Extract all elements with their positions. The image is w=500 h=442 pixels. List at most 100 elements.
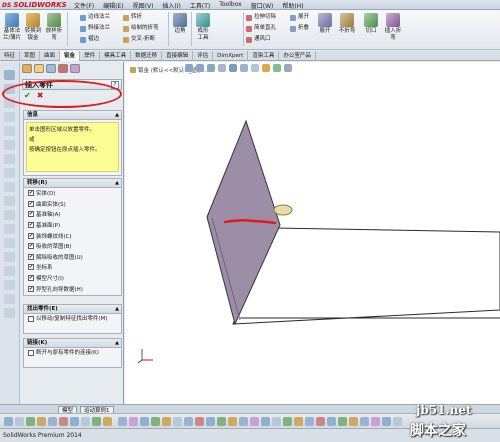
toolbar-icon[interactable] — [48, 417, 57, 426]
checkbox[interactable]: ✔ — [28, 200, 34, 207]
checkbox[interactable]: ✔ — [28, 285, 34, 292]
transfer-option[interactable]: ✔ 模型尺寸(I) — [24, 273, 121, 284]
chamfer-icon[interactable] — [4, 266, 15, 276]
extruded-cut-button[interactable]: 拉伸切除 — [246, 14, 276, 21]
vent-button[interactable]: 通风口 — [246, 36, 271, 43]
collapse-icon[interactable]: ▲ — [115, 111, 119, 120]
transfer-option[interactable]: ✔ 基准轴(A) — [24, 209, 121, 220]
simple-hole-button[interactable]: 简单直孔 — [246, 25, 276, 32]
menu-file[interactable]: 文件(F) — [74, 1, 94, 10]
toolbar-icon[interactable] — [173, 417, 182, 426]
transfer-group-header[interactable]: 转移(R) ▲ — [24, 179, 121, 188]
sheet-metal-model[interactable] — [125, 62, 500, 404]
tab-evaluate[interactable]: 评估 — [193, 51, 214, 61]
unfold-button[interactable]: 展开 — [290, 14, 309, 21]
circle-icon[interactable] — [4, 126, 15, 136]
hem-button[interactable]: 褶边 — [80, 36, 99, 43]
toolbar-icon[interactable] — [70, 417, 79, 426]
find-part-option[interactable]: 以移动/复制特征找出零件(M) — [24, 314, 121, 332]
insert-bends-button[interactable]: 插入折弯 — [384, 13, 402, 42]
toolbar-icon[interactable] — [118, 417, 127, 426]
toolbar-icon[interactable] — [338, 417, 347, 426]
forming-tool-button[interactable]: 成形工具 — [195, 13, 211, 42]
toolbar-icon[interactable] — [26, 417, 35, 426]
jog-button[interactable]: 转折 — [123, 14, 142, 21]
miter-flange-button[interactable]: 斜接法兰 — [80, 25, 110, 32]
toolbar-icon[interactable] — [261, 417, 270, 426]
rip-button[interactable]: 切口 — [364, 13, 378, 35]
transfer-option[interactable]: ✔ 解除吸收的草图(U) — [24, 252, 121, 263]
toolbar-icon[interactable] — [305, 417, 314, 426]
3d-sketch-icon[interactable] — [4, 294, 15, 304]
toolbar-icon[interactable] — [184, 417, 193, 426]
toolbar-icon[interactable] — [103, 417, 112, 426]
solidworks-logo[interactable]: DS SOLIDWORKS — [2, 0, 67, 10]
toolbar-icon[interactable] — [382, 417, 391, 426]
collapse-icon[interactable]: ▲ — [115, 339, 119, 348]
checkbox[interactable]: ✔ — [28, 222, 34, 229]
checkbox[interactable]: ✔ — [28, 264, 34, 271]
reference-geometry-icon[interactable] — [4, 308, 15, 318]
tab-sheet-metal[interactable]: 钣金 — [60, 51, 81, 61]
find-part-group-header[interactable]: 找出零件(E) ▲ — [24, 305, 121, 314]
toolbar-icon[interactable] — [217, 417, 226, 426]
menu-toolbox[interactable]: Toolbox — [219, 1, 242, 10]
property-manager-tab-icon[interactable] — [34, 64, 44, 73]
menu-edit[interactable]: 编辑(E) — [103, 1, 123, 10]
tab-mold-tools[interactable]: 模具工具 — [100, 51, 132, 61]
fillet-icon[interactable] — [4, 252, 15, 262]
no-bends-button[interactable]: 不折弯 — [338, 13, 356, 35]
toolbar-icon[interactable] — [140, 417, 149, 426]
checkbox[interactable] — [28, 316, 34, 322]
checkbox[interactable]: ✔ — [28, 211, 34, 218]
tab-data-migration[interactable]: 数据迁移 — [131, 51, 163, 61]
transfer-option[interactable]: ✔ 曲面实体(S) — [24, 199, 121, 210]
transfer-option[interactable]: ✔ 坐标系 — [24, 262, 121, 273]
cross-break-button[interactable]: 交叉-折断 — [123, 36, 155, 43]
checkbox[interactable]: ✔ — [28, 232, 34, 239]
toolbar-icon[interactable] — [250, 417, 259, 426]
checkbox[interactable]: ✔ — [28, 275, 34, 282]
fold-button[interactable]: 折叠 — [290, 25, 309, 32]
toolbar-icon[interactable] — [37, 417, 46, 426]
checkbox[interactable]: ✔ — [28, 243, 34, 250]
checkbox[interactable]: ✔ — [28, 190, 34, 197]
offset-icon[interactable] — [4, 196, 15, 206]
transfer-option[interactable]: ✔ 基准面(P) — [24, 220, 121, 231]
tab-sketch[interactable]: 草图 — [20, 51, 41, 61]
toolbar-icon[interactable] — [151, 417, 160, 426]
base-flange-button[interactable]: 基体法兰/薄片 — [2, 13, 22, 42]
transfer-option[interactable]: ✔ 异型孔向导数据(H) — [24, 283, 121, 294]
toolbar-icon[interactable] — [15, 417, 24, 426]
tab-surfaces[interactable]: 曲面 — [40, 51, 61, 61]
sketched-bend-button[interactable]: 绘制的折弯 — [123, 25, 159, 32]
toolbar-icon[interactable] — [239, 417, 248, 426]
checkbox[interactable]: ✔ — [28, 253, 34, 260]
tab-render-tools[interactable]: 渲染工具 — [248, 51, 280, 61]
checkbox[interactable] — [28, 350, 34, 356]
menu-insert[interactable]: 插入(I) — [162, 1, 180, 10]
break-link-option[interactable]: 断开与原有零件的连接(K) — [24, 348, 121, 366]
toolbar-icon[interactable] — [294, 417, 303, 426]
configuration-manager-tab-icon[interactable] — [46, 64, 56, 73]
select-icon[interactable] — [4, 70, 15, 80]
edge-flange-button[interactable]: 边线法兰 — [80, 14, 110, 21]
toolbar-icon[interactable] — [81, 417, 90, 426]
toolbar-icon[interactable] — [393, 417, 402, 426]
toolbar-icon[interactable] — [360, 417, 369, 426]
flatten-button[interactable]: 展开 — [318, 13, 332, 35]
toolbar-icon[interactable] — [59, 417, 68, 426]
toolbar-icon[interactable] — [129, 417, 138, 426]
toolbar-icon[interactable] — [206, 417, 215, 426]
sketch-icon[interactable] — [4, 280, 15, 290]
spline-icon[interactable] — [4, 154, 15, 164]
toolbar-icon[interactable] — [316, 417, 325, 426]
point-icon[interactable] — [4, 168, 15, 178]
transfer-option[interactable]: ✔ 吸收的草图(B) — [24, 241, 121, 252]
corners-button[interactable]: 边角 — [172, 13, 188, 35]
menu-view[interactable]: 视图(V) — [133, 1, 154, 10]
toolbar-icon[interactable] — [195, 417, 204, 426]
feature-manager-tab-icon[interactable] — [22, 64, 32, 73]
pattern-icon[interactable] — [4, 224, 15, 234]
display-manager-tab-icon[interactable] — [70, 64, 80, 73]
